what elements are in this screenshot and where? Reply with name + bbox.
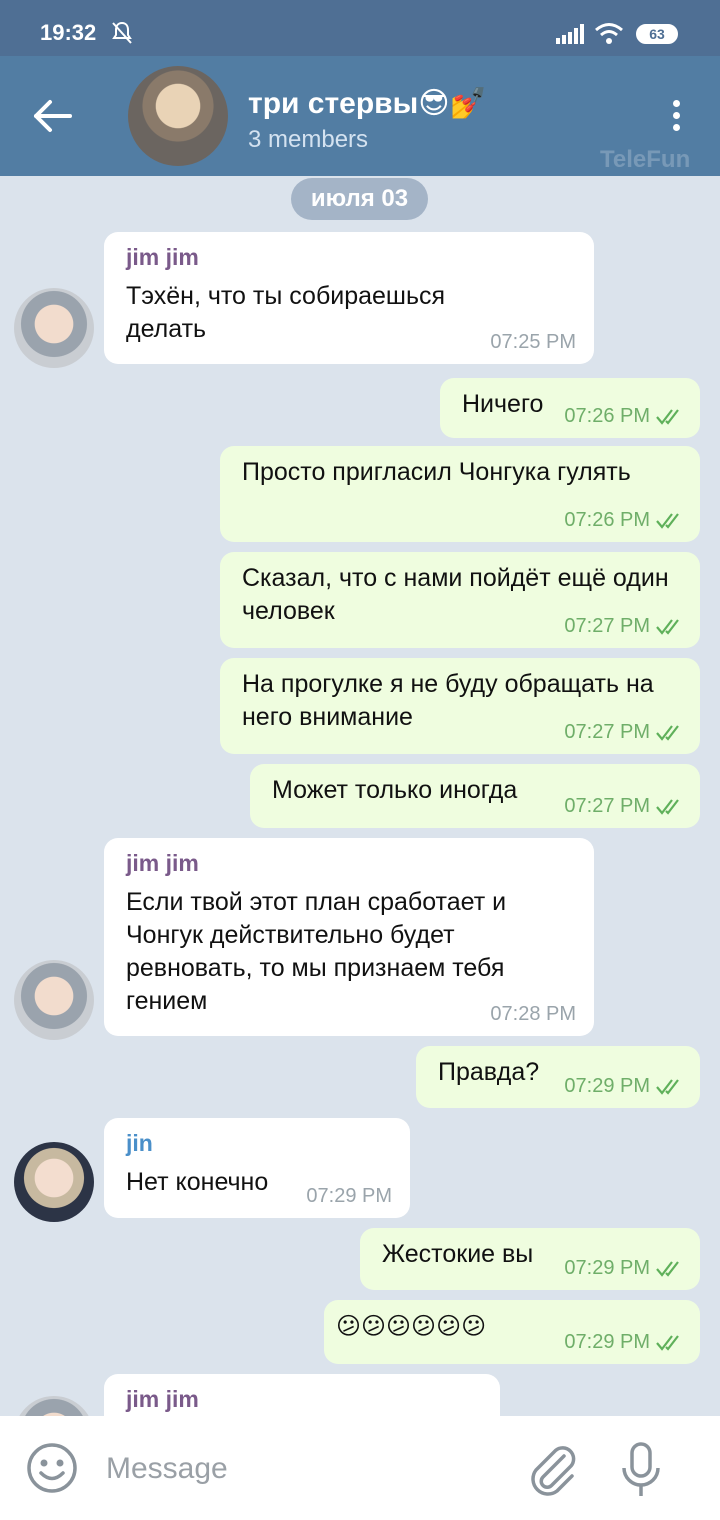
message-time: 07:27 PM — [564, 721, 650, 743]
double-check-icon — [656, 513, 679, 529]
message-bubble-incoming[interactable]: jim jim Тэхён, что ты собираешься делать… — [104, 232, 594, 364]
message-time: 07:29 PM — [564, 1257, 650, 1279]
double-check-icon — [656, 799, 679, 815]
message-text: Может только иногда — [272, 776, 518, 804]
avatar[interactable] — [14, 1142, 94, 1222]
double-check-icon — [656, 619, 679, 635]
group-title[interactable]: три стервы😎💅 — [248, 86, 487, 121]
wifi-icon — [595, 23, 623, 44]
message-text: Если твой этот план сработает и Чонгук д… — [126, 888, 507, 1015]
message-text: Правда? — [438, 1058, 540, 1086]
message-bubble-incoming[interactable]: jin Нет конечно 07:29 PM — [104, 1118, 410, 1218]
double-check-icon — [656, 1261, 679, 1277]
message-sender: jim jim — [126, 244, 199, 270]
message-list[interactable]: июля 03 jim jim Тэхён, что ты собираешьс… — [0, 176, 720, 1416]
message-bubble-incoming[interactable]: jim jim — [104, 1374, 500, 1416]
battery-indicator: 63 — [636, 24, 678, 44]
message-bubble-outgoing[interactable]: Правда? 07:29 PM — [416, 1046, 700, 1108]
double-check-icon — [656, 409, 679, 425]
watermark: TeleFun — [600, 146, 691, 173]
message-time: 07:29 PM — [564, 1331, 650, 1353]
message-text: Тэхён, что ты собираешься делать — [126, 282, 446, 343]
microphone-icon[interactable] — [616, 1440, 666, 1500]
message-time: 07:26 PM — [564, 509, 650, 531]
double-check-icon — [656, 1079, 679, 1095]
muted-bell-icon — [112, 21, 132, 44]
double-check-icon — [656, 1335, 679, 1351]
message-sender: jin — [126, 1130, 153, 1156]
more-options-icon[interactable] — [664, 96, 688, 136]
message-bubble-incoming[interactable]: jim jim Если твой этот план сработает и … — [104, 838, 594, 1036]
message-bubble-outgoing[interactable]: Ничего 07:26 PM — [440, 378, 700, 438]
message-text: Ничего — [462, 390, 544, 418]
signal-icon — [556, 24, 584, 44]
message-bubble-outgoing[interactable]: Просто пригласил Чонгука гулять 07:26 PM — [220, 446, 700, 542]
message-bubble-outgoing[interactable]: Сказал, что с нами пойдёт ещё один челов… — [220, 552, 700, 648]
message-sender: jim jim — [126, 850, 199, 876]
message-time: 07:26 PM — [564, 405, 650, 427]
avatar[interactable] — [14, 1396, 94, 1416]
status-time: 19:32 — [40, 20, 97, 45]
message-time: 07:27 PM — [564, 615, 650, 637]
message-time: 07:29 PM — [564, 1075, 650, 1097]
message-text: Жестокие вы — [382, 1240, 534, 1268]
message-time: 07:25 PM — [490, 331, 576, 353]
back-arrow-icon[interactable] — [30, 98, 78, 134]
date-separator: июля 03 — [291, 178, 428, 220]
avatar[interactable] — [14, 960, 94, 1040]
message-text: 😕😕😕😕😕😕 — [336, 1313, 487, 1340]
message-input[interactable] — [104, 1446, 508, 1492]
message-bubble-outgoing[interactable]: На прогулке я не буду обращать на него в… — [220, 658, 700, 754]
avatar[interactable] — [14, 288, 94, 368]
group-avatar[interactable] — [128, 66, 228, 166]
message-time: 07:28 PM — [490, 1003, 576, 1025]
message-text: Просто пригласил Чонгука гулять — [242, 458, 631, 486]
message-bubble-outgoing[interactable]: Может только иногда 07:27 PM — [250, 764, 700, 828]
message-time: 07:27 PM — [564, 795, 650, 817]
message-bubble-outgoing[interactable]: 😕😕😕😕😕😕 07:29 PM — [324, 1300, 700, 1364]
message-composer — [0, 1416, 720, 1520]
attach-icon[interactable] — [526, 1442, 580, 1496]
group-member-count: 3 members — [248, 126, 369, 153]
double-check-icon — [656, 725, 679, 741]
message-time: 07:29 PM — [306, 1185, 392, 1207]
message-bubble-outgoing[interactable]: Жестокие вы 07:29 PM — [360, 1228, 700, 1290]
emoji-icon[interactable] — [26, 1442, 78, 1494]
message-sender: jim jim — [126, 1386, 199, 1412]
chat-header: три стервы😎💅 3 members TeleFun — [0, 56, 720, 176]
message-text: Нет конечно — [126, 1168, 269, 1196]
status-bar: 19:32 63 — [0, 0, 720, 56]
